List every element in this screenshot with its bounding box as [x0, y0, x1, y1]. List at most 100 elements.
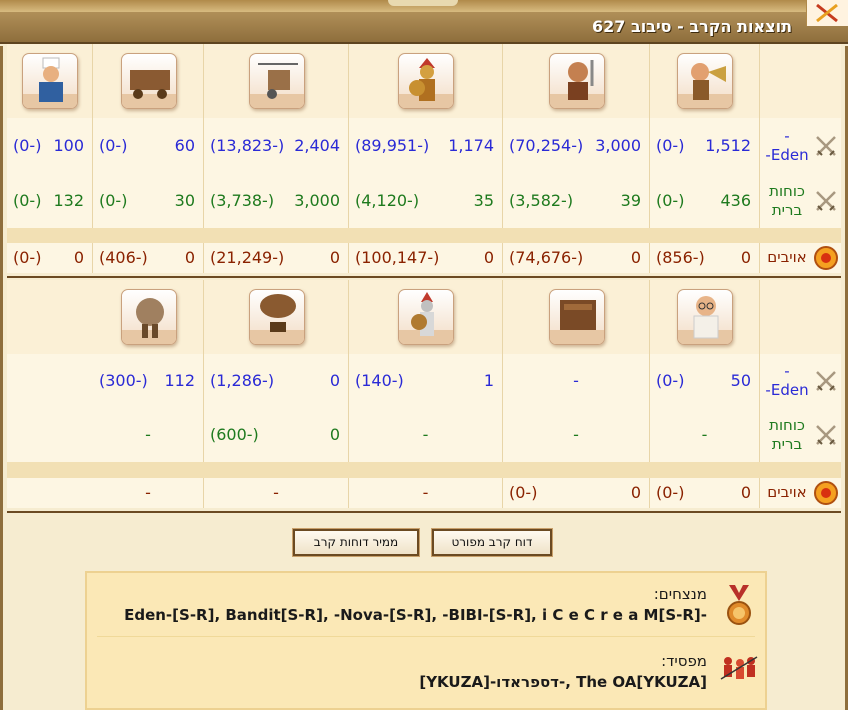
unit-count: 3,000 — [595, 135, 641, 155]
unit-count: 1 — [483, 371, 494, 390]
balloon-bomber-unit[interactable] — [248, 289, 305, 345]
steam-giant-unit[interactable] — [120, 289, 177, 345]
unit-loss: (0-) — [656, 135, 685, 155]
unit-count: 0 — [483, 248, 494, 267]
unit-column — [349, 280, 503, 354]
crossed-swords-icon — [816, 190, 836, 211]
ram-unit[interactable] — [120, 53, 177, 109]
battering-ram-unit[interactable] — [548, 289, 605, 345]
unit-value-cell: 1,174 (89,951-) — [349, 118, 503, 173]
unit-count: 0 — [630, 483, 641, 502]
unit-icons-row — [7, 280, 841, 354]
unit-value-cell: - — [204, 478, 349, 508]
unit-loss: (0-) — [99, 190, 128, 210]
unit-value-cell: 50 (0-) — [650, 354, 760, 408]
unit-value-cell: - — [93, 478, 204, 508]
close-icon[interactable] — [813, 2, 843, 24]
unit-count: 0 — [329, 248, 340, 267]
doctor-unit[interactable] — [677, 289, 733, 345]
barbarian-unit[interactable] — [548, 53, 605, 109]
unit-value-cell: 0 (1,286-) — [204, 354, 349, 408]
hoplite-unit[interactable] — [398, 53, 454, 109]
unit-value-cell: 436 (0-) — [650, 173, 760, 228]
unit-count: 30 — [174, 190, 195, 210]
unit-value-cell: 112 (300-) — [93, 354, 204, 408]
unit-value-cell: 3,000 (70,254-) — [503, 118, 650, 173]
detailed-report-button[interactable]: דוח קרב מפורט — [431, 528, 553, 557]
unit-count: 0 — [740, 483, 751, 502]
unit-value-cell: 0 (600-) — [204, 408, 349, 462]
battle-section-2: -Eden- 50 (0-) - 1 (140-) 0 (1,286-) 112 (300-) כו… — [7, 280, 841, 510]
unit-loss: (856-) — [656, 248, 705, 267]
unit-value-cell: 100 (0-) — [7, 118, 93, 173]
unit-value-cell: 0 (21,249-) — [204, 243, 349, 273]
section-divider — [7, 276, 841, 278]
unit-value-cell: - — [650, 408, 760, 462]
unit-loss: (70,254-) — [509, 135, 584, 155]
unit-loss: (0-) — [13, 248, 42, 267]
trumpeter-unit[interactable] — [677, 53, 733, 109]
unit-count: 436 — [720, 190, 751, 210]
unit-value-cell: 39 (3,582-) — [503, 173, 650, 228]
top-tab — [388, 0, 458, 6]
gyrocopter-unit[interactable] — [248, 53, 305, 109]
unit-loss: (74,676-) — [509, 248, 584, 267]
unit-value-cell: - — [503, 354, 650, 408]
defeated-soldiers-icon — [720, 656, 758, 680]
unit-loss: (0-) — [13, 135, 42, 155]
report-converter-button[interactable]: ממיר דוחות קרב — [292, 528, 420, 557]
battle-section-1: -Eden- 1,512 (0-) 3,000 (70,254-) 1,174 (89,95… — [7, 44, 841, 276]
unit-loss: (0-) — [509, 483, 538, 502]
chef-unit[interactable] — [22, 53, 78, 109]
unit-column — [204, 280, 349, 354]
close-corner[interactable] — [806, 0, 848, 26]
unit-column — [503, 44, 650, 118]
unit-count: 0 — [630, 248, 641, 267]
unit-loss: (600-) — [210, 425, 259, 444]
unit-count: 60 — [174, 135, 195, 155]
unit-count: 0 — [329, 425, 340, 444]
unit-loss: (13,823-) — [210, 135, 285, 155]
own-row-label: -Eden- — [765, 362, 809, 399]
crossed-swords-icon — [816, 371, 836, 391]
allies-forces-row: כוחות ברית 436 (0-) 39 (3,582-) 35 (4,120-) 3,0… — [7, 173, 841, 228]
allies-row-label: כוחות ברית — [769, 416, 805, 453]
allies-row-label: כוחות ברית — [769, 181, 805, 219]
unit-value-cell: 1,512 (0-) — [650, 118, 760, 173]
unit-loss: (0-) — [656, 483, 685, 502]
unit-count: 100 — [53, 135, 84, 155]
unit-loss: (406-) — [99, 248, 148, 267]
summary-divider — [97, 636, 755, 637]
unit-column — [93, 44, 204, 118]
enemies-forces-row: אויבים 0 (0-) 0 (0-) - - - — [7, 478, 841, 508]
unit-count: - — [273, 483, 279, 502]
unit-loss: (21,249-) — [210, 248, 285, 267]
unit-column — [349, 44, 503, 118]
unit-value-cell: 0 (0-) — [650, 478, 760, 508]
medal-icon — [727, 585, 751, 625]
unit-column — [650, 280, 760, 354]
unit-count: 1,512 — [705, 135, 751, 155]
phalanx-unit[interactable] — [398, 289, 454, 345]
enemies-row-label: אויבים — [767, 483, 807, 501]
unit-icons-row — [7, 44, 841, 118]
unit-value-cell: 132 (0-) — [7, 173, 93, 228]
unit-loss: (1,286-) — [210, 371, 275, 390]
losers-label: מפסיד: — [661, 652, 707, 670]
unit-value-cell: - — [93, 408, 204, 462]
unit-count: 2,404 — [294, 135, 340, 155]
unit-value-cell: 1 (140-) — [349, 354, 503, 408]
winners-label: מנצחים: — [653, 585, 707, 603]
unit-value-cell: 35 (4,120-) — [349, 173, 503, 228]
unit-count: - — [701, 425, 708, 444]
unit-loss: (4,120-) — [355, 190, 420, 210]
battle-summary: מנצחים: Eden-[S-R], Bandit[S-R], -Nova-[… — [85, 571, 767, 710]
unit-count: 35 — [473, 190, 494, 210]
unit-loss: (3,738-) — [210, 190, 275, 210]
unit-value-cell: - — [349, 478, 503, 508]
unit-count: 39 — [620, 190, 641, 210]
unit-loss: (3,582-) — [509, 190, 574, 210]
row-spacer — [7, 462, 841, 478]
unit-column — [650, 44, 760, 118]
unit-column — [93, 280, 204, 354]
